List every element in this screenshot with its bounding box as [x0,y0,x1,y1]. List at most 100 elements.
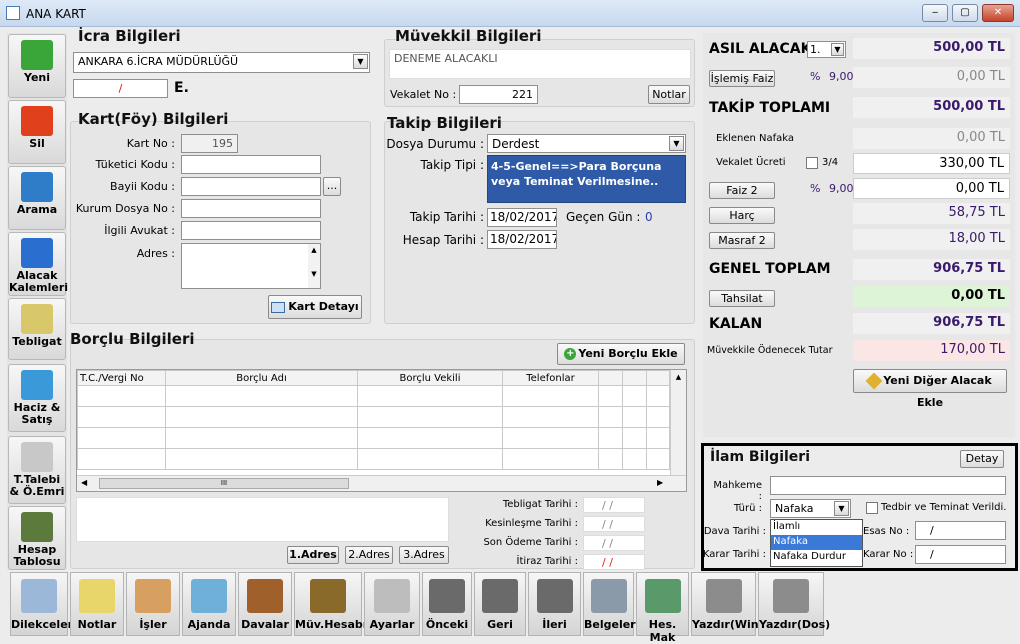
window-title: ANA KART [26,7,86,21]
bottom-button-7[interactable]: Önceki [422,572,472,636]
scroll-thumb[interactable]: III [99,478,349,489]
borclu-date-field[interactable]: / / [583,516,645,532]
durum-select[interactable]: Derdest ▼ [487,134,686,153]
harc-button[interactable]: Harç [709,207,775,224]
toolbar-button-2[interactable]: Arama [8,166,66,230]
table-row[interactable] [77,385,670,407]
yeni-borclu-button[interactable]: + Yeni Borçlu Ekle [557,343,685,365]
bayi-field[interactable] [181,177,321,196]
adres3-button[interactable]: 3.Adres [399,546,449,564]
bottom-button-13[interactable]: Yazdır(Dos) [758,572,830,636]
bottom-button-4[interactable]: Davalar [238,572,292,636]
mahkeme-field[interactable] [770,476,1006,495]
adres2-button[interactable]: 2.Adres [345,546,393,564]
tuketici-field[interactable] [181,155,321,174]
toolbar-button-0[interactable]: Yeni [8,34,66,98]
scroll-right-icon[interactable]: ▶ [657,478,663,487]
vertical-scrollbar[interactable]: ▲ [670,370,686,475]
toolbar-button-3[interactable]: Alacak Kalemleri [8,232,68,296]
kurum-field[interactable] [181,199,321,218]
borclu-date-field[interactable]: / / [583,535,645,551]
close-button[interactable]: ✕ [982,4,1014,22]
toolbar-button-7[interactable]: Hesap Tablosu [8,506,66,570]
borclu-date-field[interactable]: / / [583,497,645,513]
chevron-down-icon[interactable]: ▼ [834,501,849,516]
bayi-lookup-button[interactable]: ... [323,177,341,196]
bottom-label: İleri [542,618,567,631]
bottom-label: Geri [487,618,513,631]
masraf-button[interactable]: Masraf 2 [709,232,775,249]
borclu-table[interactable]: T.C./Vergi No Borçlu Adı Borçlu Vekili Tele… [76,369,687,492]
clipboard-icon [135,579,171,613]
table-row[interactable] [77,427,670,449]
borclu-date-label: Son Ödeme Tarihi : [483,537,578,548]
icra-file-no[interactable]: / [73,79,168,98]
vekalet-checkbox[interactable] [806,157,818,169]
table-row[interactable] [77,448,670,470]
tedbir-checkbox[interactable] [866,502,878,514]
gecen-value: 0 [645,210,653,224]
bottom-button-2[interactable]: İşler [126,572,180,636]
borclu-date-field[interactable]: / / [583,554,645,570]
hesap-tarihi-field[interactable]: 18/02/2017 [487,230,557,249]
islemis-faiz-button[interactable]: İşlemiş Faiz [709,70,775,87]
turu-select[interactable]: Nafaka ▼ [770,499,851,518]
takip-tarihi-field[interactable]: 18/02/2017 [487,208,557,227]
toolbar-label: T.Talebi & Ö.Emri [9,473,65,498]
notlar-button[interactable]: Notlar [648,85,690,104]
asil-select[interactable]: 1. ▼ [807,41,846,58]
bottom-button-8[interactable]: Geri [474,572,526,636]
hesap-tarihi-label: Hesap Tarihi : [402,233,484,247]
adres-field[interactable]: ▲ ▼ [181,243,321,289]
bottom-button-0[interactable]: Dilekceler [10,572,73,636]
vekalet-ucreti-label: Vekalet Ücreti [716,157,786,168]
vekalet-no-field[interactable]: 221 [459,85,538,104]
card-icon [271,301,286,313]
adres-scrollbar[interactable]: ▲ ▼ [308,244,320,288]
faiz2-button[interactable]: Faiz 2 [709,182,775,199]
minimize-button[interactable]: ‒ [922,4,948,22]
horizontal-scrollbar[interactable]: ◀ III ▶ [77,475,686,491]
bottom-button-11[interactable]: Hes. Mak [636,572,689,644]
toolbar-button-1[interactable]: Sil [8,100,66,164]
borclu-adres-area[interactable] [76,497,449,542]
toolbar-button-6[interactable]: T.Talebi & Ö.Emri [8,436,66,504]
bottom-button-5[interactable]: Müv.Hesabı [294,572,367,636]
maximize-button[interactable]: ▢ [952,4,978,22]
bottom-button-3[interactable]: Ajanda [182,572,236,636]
col-header[interactable]: Telefonlar [502,370,599,386]
bottom-button-12[interactable]: Yazdır(Win) [691,572,764,636]
kart-detay-button[interactable]: Kart Detayı [268,295,362,319]
tahsilat-button[interactable]: Tahsilat [709,290,775,307]
dropdown-option[interactable]: Nafaka Durdur [771,550,862,565]
dropdown-option[interactable]: İlamlı [771,520,862,535]
bottom-button-1[interactable]: Notlar [70,572,124,636]
kalan-value: 906,75 TL [853,313,1010,334]
adres1-button[interactable]: 1.Adres [287,546,339,564]
chevron-down-icon[interactable]: ▼ [353,54,368,69]
ilam-detay-button[interactable]: Detay [960,450,1004,468]
icra-office-select[interactable]: ANKARA 6.İCRA MÜDÜRLÜĞÜ ▼ [73,52,370,73]
table-row[interactable] [77,406,670,428]
chevron-down-icon[interactable]: ▼ [831,43,844,56]
col-header[interactable]: Borçlu Vekili [357,370,503,386]
karar-no-field[interactable]: / [915,545,1006,564]
avukat-label: İlgili Avukat : [104,224,175,237]
takip-tip-field[interactable]: 4-5-Genel==>Para Borçuna veya Teminat Ve… [487,155,686,203]
bottom-button-6[interactable]: Ayarlar [364,572,420,636]
toolbar-label: Haciz & Satış [13,401,61,426]
muvekkil-name[interactable]: DENEME ALACAKLI [389,49,691,79]
dropdown-option-selected[interactable]: Nafaka [771,535,862,550]
vekalet-ucreti-value[interactable]: 330,00 TL [853,153,1010,174]
col-header[interactable]: Borçlu Adı [165,370,358,386]
scroll-left-icon[interactable]: ◀ [81,478,87,487]
esas-no-field[interactable]: / [915,521,1006,540]
bottom-button-9[interactable]: İleri [528,572,581,636]
toolbar-button-4[interactable]: Tebligat [8,298,66,360]
bottom-button-10[interactable]: Belgeler [583,572,636,636]
avukat-field[interactable] [181,221,321,240]
yeni-diger-alacak-button[interactable]: Yeni Diğer Alacak Ekle [853,369,1007,409]
chevron-down-icon[interactable]: ▼ [669,136,684,151]
toolbar-button-5[interactable]: Haciz & Satış [8,364,66,432]
col-header[interactable]: T.C./Vergi No [77,370,166,386]
